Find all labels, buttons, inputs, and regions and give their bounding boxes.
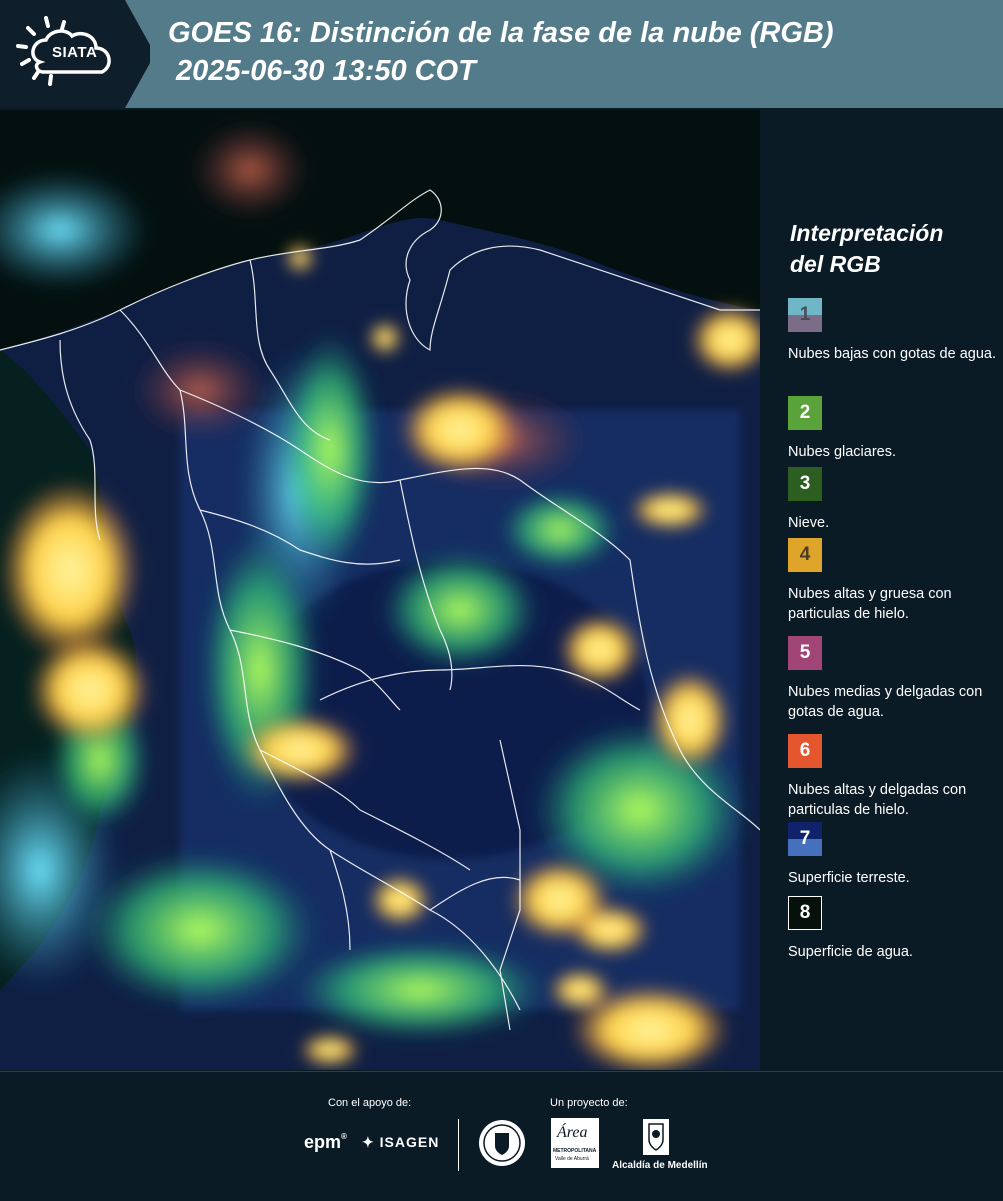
page-title: GOES 16: Distinción de la fase de la nub… xyxy=(168,14,834,90)
siata-logo: SIATA xyxy=(0,0,150,108)
epm-text: epm xyxy=(304,1132,342,1152)
epm-logo: epm® xyxy=(304,1132,347,1152)
legend-number: 3 xyxy=(799,473,811,494)
title-line-2: 2025-06-30 13:50 COT xyxy=(168,55,476,87)
isagen-text: ISAGEN xyxy=(379,1134,440,1150)
legend-title: Interpretación del RGB xyxy=(790,218,943,280)
footer-divider xyxy=(458,1119,459,1171)
legend-number: 6 xyxy=(799,740,811,761)
legend-swatch: 8 xyxy=(788,896,822,930)
legend-item: 8 Superficie de agua. xyxy=(788,896,1000,962)
legend-title-line-1: Interpretación xyxy=(790,220,944,246)
legend-title-line-2: del RGB xyxy=(790,251,881,277)
legend-label: Nubes medias y delgadas con gotas de agu… xyxy=(788,684,983,720)
alcaldia-shield-icon xyxy=(643,1119,669,1155)
legend-label: Nieve. xyxy=(788,515,830,531)
legend-item: 2 Nubes glaciares. xyxy=(788,396,1000,462)
header: SIATA GOES 16: Distinción de la fase de … xyxy=(0,0,1003,108)
legend-number: 7 xyxy=(799,828,811,849)
legend-number: 4 xyxy=(799,544,811,565)
legend-item: 3 Nieve. xyxy=(788,467,1000,533)
medellin-seal-icon xyxy=(479,1120,525,1166)
isagen-icon: ✦ xyxy=(362,1134,375,1150)
area-metropolitana-logo: Área METROPOLITANA Valle de Aburrá xyxy=(551,1118,599,1168)
legend-label: Superficie terreste. xyxy=(788,870,910,886)
alcaldia-text: Alcaldía de Medellín xyxy=(612,1160,708,1171)
legend-item: 4 Nubes altas y gruesa con particulas de … xyxy=(788,538,1000,624)
support-label: Con el apoyo de: xyxy=(328,1097,412,1109)
satellite-map xyxy=(0,110,760,1070)
isagen-logo: ✦ ISAGEN xyxy=(362,1134,439,1151)
logo-text: SIATA xyxy=(52,44,98,61)
legend-number: 2 xyxy=(799,402,811,423)
legend-swatch: 2 xyxy=(788,396,822,430)
title-line-1: GOES 16: Distinción de la fase de la nub… xyxy=(168,17,834,49)
legend-swatch: 3 xyxy=(788,467,822,501)
area-metro-sub: METROPOLITANA xyxy=(553,1148,597,1154)
legend-panel: Interpretación del RGB 1 Nubes bajas con … xyxy=(762,110,1003,1070)
legend-swatch: 6 xyxy=(788,734,822,768)
legend-item: 6 Nubes altas y delgadas con particulas d… xyxy=(788,734,1000,820)
area-metro-sub2: Valle de Aburrá xyxy=(555,1156,589,1162)
area-metro-text: Área xyxy=(557,1124,588,1141)
legend-swatch: 4 xyxy=(788,538,822,572)
legend-label: Nubes altas y delgadas con particulas de… xyxy=(788,782,967,818)
legend-label: Superficie de agua. xyxy=(788,944,913,960)
legend-swatch: 5 xyxy=(788,636,822,670)
legend-item: 1 Nubes bajas con gotas de agua. xyxy=(788,298,1000,364)
legend-label: Nubes glaciares. xyxy=(788,444,896,460)
legend-label: Nubes bajas con gotas de agua. xyxy=(788,346,996,362)
legend-number: 5 xyxy=(799,642,811,663)
legend-label: Nubes altas y gruesa con particulas de h… xyxy=(788,586,952,622)
legend-number: 8 xyxy=(799,902,811,923)
legend-item: 7 Superficie terreste. xyxy=(788,822,1000,888)
legend-item: 5 Nubes medias y delgadas con gotas de ag… xyxy=(788,636,1000,722)
legend-swatch: 1 xyxy=(788,298,822,332)
legend-swatch: 7 xyxy=(788,822,822,856)
footer: Con el apoyo de: Un proyecto de: epm® ✦ … xyxy=(0,1071,1003,1201)
project-label: Un proyecto de: xyxy=(550,1097,628,1109)
legend-number: 1 xyxy=(799,304,811,325)
